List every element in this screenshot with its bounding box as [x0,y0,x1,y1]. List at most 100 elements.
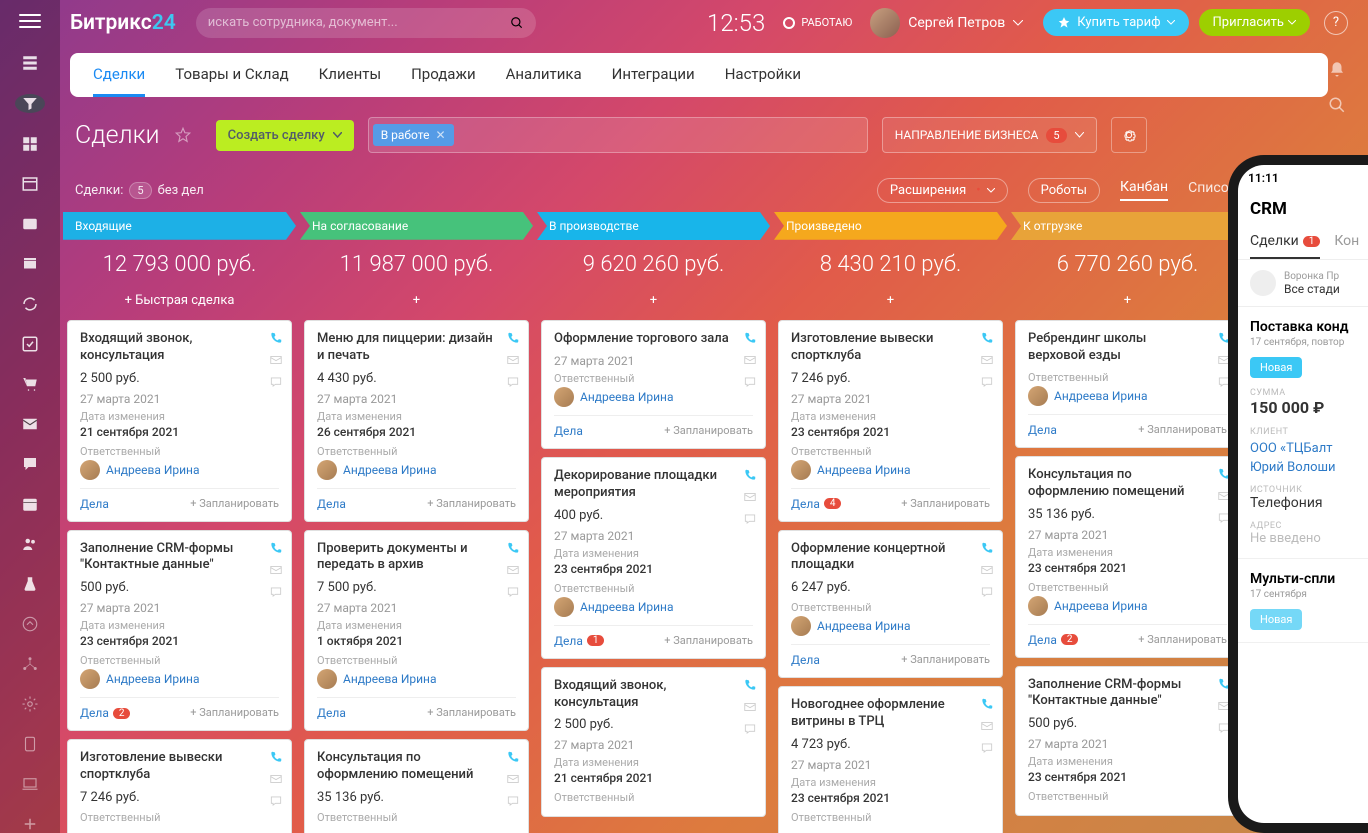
column-header[interactable]: На согласование [300,212,533,240]
deal-card[interactable]: Меню для пиццерии: дизайн и печать4 430 … [304,320,529,522]
star-icon[interactable] [174,126,192,144]
tab-3[interactable]: Продажи [411,53,476,97]
grid-icon[interactable] [21,135,39,153]
robots-button[interactable]: Роботы [1028,178,1100,203]
left-sidebar [0,0,60,833]
column-sum: 6 770 260 руб. [1011,240,1244,285]
kanban-column: К отгрузке6 770 260 руб.+Ребрендинг школ… [1011,212,1244,833]
gear2-icon[interactable] [21,695,39,713]
filter-chip[interactable]: В работе✕ [373,124,454,146]
deal-card[interactable]: Заполнение CRM-формы "Контактные данные"… [1015,666,1240,817]
cart-icon[interactable] [21,375,39,393]
tab-2[interactable]: Клиенты [319,53,381,97]
create-deal-button[interactable]: Создать сделку [216,120,354,151]
chat-icon[interactable] [21,455,39,473]
quick-deal-button[interactable]: + [537,285,770,320]
search-input[interactable] [208,15,510,30]
settings-button[interactable] [1111,117,1147,153]
deal-card[interactable]: Изготовление вывески спортклуба7 246 руб… [778,320,1003,522]
funnel-icon[interactable] [15,94,45,113]
calendar-icon[interactable] [21,495,39,513]
column-sum: 9 620 260 руб. [537,240,770,285]
extensions-button[interactable]: Расширения • [877,178,1008,203]
deal-card[interactable]: Оформление торгового зала27 марта 2021От… [541,320,766,449]
hamburger-icon[interactable] [19,14,41,32]
tab-0[interactable]: Сделки [93,53,145,97]
flask-icon[interactable] [21,575,39,593]
search2-icon[interactable] [1328,96,1346,114]
tab-1[interactable]: Товары и Склад [175,53,288,97]
laptop-icon[interactable] [21,775,39,793]
group-icon[interactable] [21,535,39,553]
deal-card[interactable]: Консультация по оформлению помещений35 1… [1015,456,1240,658]
column-header[interactable]: К отгрузке [1011,212,1244,240]
header: Битрикс24 12:53 РАБОТАЮ Сергей Петров Ку… [60,0,1368,45]
chevron-down-icon [1288,20,1296,25]
work-status[interactable]: РАБОТАЮ [783,16,852,29]
direction-button[interactable]: НАПРАВЛЕНИЕ БИЗНЕСА 5 [882,117,1097,153]
quick-deal-button[interactable]: + [774,285,1007,320]
sub-header: Сделки Создать сделку В работе✕ НАПРАВЛЕ… [75,115,1328,155]
quick-deal-button[interactable]: + Быстрая сделка [63,285,296,320]
search-icon [510,16,524,30]
page-title: Сделки [75,121,160,150]
check-icon[interactable] [21,335,39,353]
mail-icon[interactable] [21,415,39,433]
deal-card[interactable]: Ребрендинг школы верховой ездыОтветствен… [1015,320,1240,448]
user-menu[interactable]: Сергей Петров [870,8,1023,38]
bell-icon[interactable] [1328,60,1346,78]
close-icon[interactable]: ✕ [435,128,445,142]
column-header[interactable]: Произведено [774,212,1007,240]
column-header[interactable]: Входящие [63,212,296,240]
kanban-toolbar: Сделки: 5 без дел Расширения • Роботы Ка… [75,175,1328,205]
feed-icon[interactable] [21,54,39,72]
column-header[interactable]: В производстве [537,212,770,240]
chevron-down-icon [1167,20,1175,25]
phone-tab-deals[interactable]: Сделки1 [1250,233,1320,259]
invite-button[interactable]: Пригласить [1199,9,1311,36]
search-box[interactable] [196,8,536,38]
deal-card[interactable]: Изготовление вывески спортклуба7 246 руб… [67,739,292,833]
drawer-icon[interactable] [21,255,39,273]
phone-filter[interactable]: Воронка ПрВсе стади [1238,260,1368,307]
deal-count-badge: 5 [129,182,151,199]
phone-tab-contacts[interactable]: Кон [1334,233,1359,259]
up-icon[interactable] [21,615,39,633]
sync-icon[interactable] [21,295,39,313]
column-sum: 8 430 210 руб. [774,240,1007,285]
sitemap-icon[interactable] [21,655,39,673]
help-icon[interactable]: ? [1324,11,1348,35]
window-icon[interactable] [21,175,39,193]
tab-5[interactable]: Интеграции [612,53,695,97]
view-kanban[interactable]: Канбан [1120,179,1168,201]
contact-icon[interactable] [21,215,39,233]
deal-card[interactable]: Заполнение CRM-формы "Контактные данные"… [67,530,292,732]
kanban-column: На согласование11 987 000 руб.+Меню для … [300,212,533,833]
quick-deal-button[interactable]: + [1011,285,1244,320]
tablet-icon[interactable] [21,735,39,753]
phone-title: CRM [1238,191,1368,225]
plus-icon[interactable] [21,815,39,833]
gear-icon [1121,127,1137,143]
tab-6[interactable]: Настройки [725,53,801,97]
logo: Битрикс24 [70,11,176,35]
deal-card[interactable]: Входящий звонок, консультация2 500 руб.2… [541,667,766,818]
buy-tariff-button[interactable]: Купить тариф [1043,9,1188,36]
deal-card[interactable]: Новогоднее оформление витрины в ТРЦ4 723… [778,686,1003,833]
filter-bar[interactable]: В работе✕ [368,117,868,153]
tab-4[interactable]: Аналитика [506,53,582,97]
deal-card[interactable]: Декорирование площадки мероприятия400 ру… [541,457,766,659]
kanban-board: Входящие12 793 000 руб.+ Быстрая сделкаВ… [63,212,1368,833]
funnel2-icon [1250,270,1276,296]
kanban-column: В производстве9 620 260 руб.+Оформление … [537,212,770,833]
quick-deal-button[interactable]: + [300,285,533,320]
phone-deal-card[interactable]: Поставка конд 17 сентября, повтор Новая … [1238,307,1368,559]
phone-deal-card[interactable]: Мульти-спли 17 сентября Новая [1238,559,1368,643]
avatar [870,8,900,38]
deal-card[interactable]: Консультация по оформлению помещений35 1… [304,739,529,833]
deal-card[interactable]: Проверить документы и передать в архив7 … [304,530,529,732]
column-sum: 11 987 000 руб. [300,240,533,285]
deal-card[interactable]: Входящий звонок, консультация2 500 руб.2… [67,320,292,522]
deal-card[interactable]: Оформление концертной площадки6 247 руб.… [778,530,1003,679]
chevron-down-icon [333,132,342,138]
